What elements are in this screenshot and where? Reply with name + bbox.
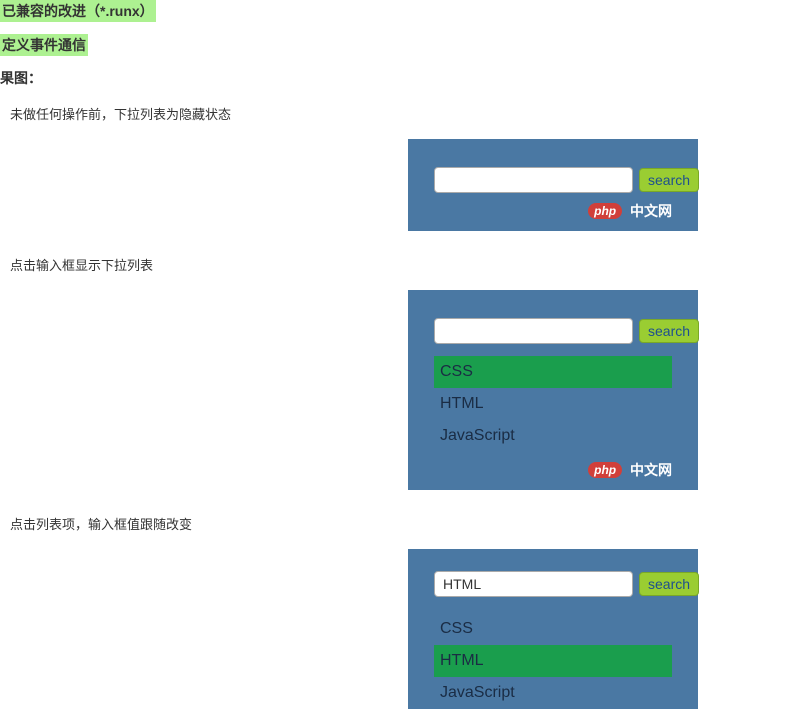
search-button[interactable]: search <box>639 168 699 192</box>
dropdown-item-css[interactable]: CSS <box>434 356 672 388</box>
watermark: php 中文网 <box>434 201 672 223</box>
watermark: php 中文网 <box>434 460 672 482</box>
watermark-text: 中文网 <box>630 462 672 478</box>
search-input[interactable] <box>434 318 633 344</box>
highlighted-text-1: 已兼容的改进（*.runx） <box>0 0 156 22</box>
search-input[interactable] <box>434 571 633 597</box>
result-label: 果图： <box>0 68 798 88</box>
dropdown-item-html[interactable]: HTML <box>434 388 672 420</box>
step-1-description: 未做任何操作前，下拉列表为隐藏状态 <box>10 104 798 123</box>
dropdown-list: CSS HTML JavaScript <box>434 613 672 709</box>
search-row: search <box>434 318 672 344</box>
dropdown-item-javascript[interactable]: JavaScript <box>434 677 672 709</box>
search-button[interactable]: search <box>639 319 699 343</box>
demo-box-1: search php 中文网 <box>408 139 698 231</box>
step-3-description: 点击列表项，输入框值跟随改变 <box>10 514 798 533</box>
watermark-text: 中文网 <box>630 203 672 219</box>
search-button[interactable]: search <box>639 572 699 596</box>
demo-box-3: search CSS HTML JavaScript <box>408 549 698 709</box>
highlighted-text-2: 定义事件通信 <box>0 34 88 56</box>
search-row: search <box>434 571 672 597</box>
dropdown-item-javascript[interactable]: JavaScript <box>434 420 672 452</box>
step-2-description: 点击输入框显示下拉列表 <box>10 255 798 274</box>
dropdown-item-css[interactable]: CSS <box>434 613 672 645</box>
dropdown-item-html[interactable]: HTML <box>434 645 672 677</box>
dropdown-list: CSS HTML JavaScript <box>434 356 672 452</box>
php-badge-icon: php <box>588 203 622 219</box>
search-row: search <box>434 167 672 193</box>
demo-box-2: search CSS HTML JavaScript php 中文网 <box>408 290 698 490</box>
php-badge-icon: php <box>588 462 622 478</box>
search-input[interactable] <box>434 167 633 193</box>
